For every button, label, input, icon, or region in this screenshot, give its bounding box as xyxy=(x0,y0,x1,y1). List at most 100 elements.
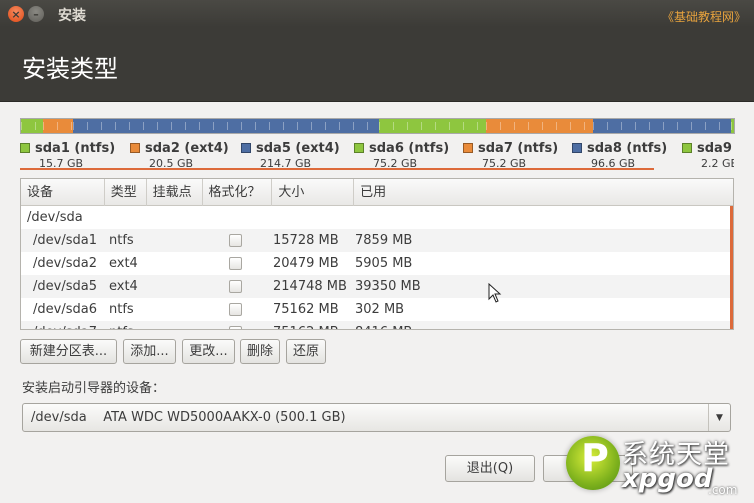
table-row[interactable]: /dev/sda1 ntfs 15728 MB 7859 MB xyxy=(21,229,733,252)
site-watermark: 《基础教程网》 xyxy=(661,10,746,24)
legend-name: sda8 (ntfs) xyxy=(587,141,668,156)
delete-partition-button[interactable]: 删除 xyxy=(240,339,280,364)
type-cell: ntfs xyxy=(109,233,134,248)
device-cell: /dev/sda2 xyxy=(33,256,97,271)
title-bar: × – 安装 《基础教程网》 xyxy=(0,0,754,27)
format-checkbox[interactable] xyxy=(229,280,242,293)
legend-name: sda5 (ext4) xyxy=(256,141,340,156)
legend-item: sda7 (ntfs) 75.2 GB xyxy=(463,141,559,170)
type-cell: ext4 xyxy=(109,256,138,271)
type-cell: ext4 xyxy=(109,279,138,294)
mouse-cursor-icon xyxy=(488,283,502,303)
minimize-icon[interactable]: – xyxy=(28,6,44,22)
mount-cell xyxy=(147,252,227,275)
chevron-down-icon[interactable]: ▼ xyxy=(708,404,730,431)
mount-cell xyxy=(147,321,227,329)
mount-cell xyxy=(147,275,227,298)
legend-swatch-icon xyxy=(463,142,473,153)
column-size[interactable]: 大小 xyxy=(272,179,355,206)
format-checkbox[interactable] xyxy=(229,257,242,270)
legend-name: sda7 (ntfs) xyxy=(478,141,559,156)
legend-name: sda9 xyxy=(697,141,732,156)
size-cell: 75162 MB xyxy=(273,302,339,317)
partition-segment-sda6 xyxy=(378,119,487,133)
table-row[interactable]: /dev/sda7ntfs 75162 MB8416 MB xyxy=(21,321,733,329)
device-cell: /dev/sda6 xyxy=(33,302,97,317)
legend-item: sda6 (ntfs) 75.2 GB xyxy=(354,141,450,170)
device-cell: /dev/sda5 xyxy=(33,279,97,294)
mount-cell xyxy=(147,298,227,321)
format-cell xyxy=(227,275,273,298)
page-header: 安装类型 xyxy=(0,27,754,102)
table-row[interactable]: /dev/sda2 ext4 20479 MB 5905 MB xyxy=(21,252,733,275)
table-scrollbar[interactable] xyxy=(730,206,733,329)
column-used[interactable]: 已用 xyxy=(354,179,733,206)
legend-name: sda1 (ntfs) xyxy=(35,141,116,156)
column-format[interactable]: 格式化？ xyxy=(203,179,273,206)
legend-swatch-icon xyxy=(572,142,582,153)
legend-size: 2.2 GB xyxy=(701,157,734,170)
logo-com-text: .com xyxy=(708,483,738,497)
format-checkbox[interactable] xyxy=(229,326,242,329)
legend-name: sda6 (ntfs) xyxy=(369,141,450,156)
partition-segment-sda1 xyxy=(21,119,44,133)
device-cell: /dev/sda7 xyxy=(21,321,105,329)
revert-button[interactable]: 还原 xyxy=(286,339,326,364)
size-cell: 214748 MB xyxy=(273,279,347,294)
partition-table: 设备 类型 挂载点 格式化？ 大小 已用 /dev/sda /dev/sda1 n… xyxy=(20,178,734,330)
add-partition-button[interactable]: 添加... xyxy=(123,339,176,364)
format-checkbox[interactable] xyxy=(229,234,242,247)
column-mount[interactable]: 挂载点 xyxy=(147,179,203,206)
type-cell: ntfs xyxy=(109,302,134,317)
legend-name: sda2 (ext4) xyxy=(145,141,229,156)
format-cell xyxy=(227,252,273,275)
size-cell: 15728 MB xyxy=(273,233,339,248)
format-checkbox[interactable] xyxy=(229,303,242,316)
format-cell xyxy=(227,321,273,329)
bootloader-label: 安装启动引导器的设备： xyxy=(22,381,166,396)
size-cell: 75162 MB xyxy=(273,321,355,329)
type-cell: ntfs xyxy=(105,321,147,329)
column-type[interactable]: 类型 xyxy=(105,179,147,206)
legend-item: sda8 (ntfs) 96.6 GB xyxy=(572,141,668,170)
used-cell: 5905 MB xyxy=(355,256,413,271)
legend-scrollbar[interactable] xyxy=(20,168,654,170)
legend-swatch-icon xyxy=(241,142,251,153)
legend-item: sda1 (ntfs) 15.7 GB xyxy=(20,141,116,170)
table-row-root[interactable]: /dev/sda xyxy=(21,206,733,229)
column-device[interactable]: 设备 xyxy=(21,179,105,206)
used-cell: 8416 MB xyxy=(355,321,455,329)
quit-button[interactable]: 退出(Q) xyxy=(445,455,535,482)
partition-segment-sda9 xyxy=(730,119,734,133)
size-cell: 20479 MB xyxy=(273,256,339,271)
table-row[interactable]: /dev/sda5 ext4 214748 MB 39350 MB xyxy=(21,275,733,298)
table-row[interactable]: /dev/sda6 ntfs 75162 MB 302 MB xyxy=(21,298,733,321)
partition-segment-sda8 xyxy=(593,119,731,133)
legend-swatch-icon xyxy=(354,142,364,153)
used-cell: 302 MB xyxy=(355,302,405,317)
site-logo: P 系统天堂 xpgod .com xyxy=(558,428,754,503)
legend-swatch-icon xyxy=(20,142,30,153)
partition-bar xyxy=(20,118,735,134)
used-cell: 39350 MB xyxy=(355,279,421,294)
partition-segment-sda7 xyxy=(485,119,594,133)
used-cell: 7859 MB xyxy=(355,233,413,248)
legend-item: sda5 (ext4) 214.7 GB xyxy=(241,141,340,170)
partition-segment-sda2 xyxy=(43,119,73,133)
logo-en-text: xpgod xyxy=(622,464,713,494)
close-icon[interactable]: × xyxy=(8,6,24,22)
legend-swatch-icon xyxy=(130,142,140,153)
logo-p-icon: P xyxy=(581,436,609,480)
change-partition-button[interactable]: 更改... xyxy=(182,339,235,364)
device-cell: /dev/sda xyxy=(27,210,83,225)
bootloader-device-value: /dev/sda ATA WDC WD5000AAKX-0 (500.1 GB) xyxy=(31,410,346,425)
format-cell xyxy=(227,229,273,252)
format-cell xyxy=(227,298,273,321)
page-title: 安装类型 xyxy=(22,55,118,83)
partition-legend: sda1 (ntfs) 15.7 GB sda2 (ext4) 20.5 GB sda5… xyxy=(20,141,734,171)
legend-item: sda2 (ext4) 20.5 GB xyxy=(130,141,229,170)
legend-item: sda92.2 GB xyxy=(682,141,734,170)
device-cell: /dev/sda1 xyxy=(33,233,97,248)
new-partition-table-button[interactable]: 新建分区表... xyxy=(20,339,117,364)
window-title: 安装 xyxy=(58,8,86,24)
